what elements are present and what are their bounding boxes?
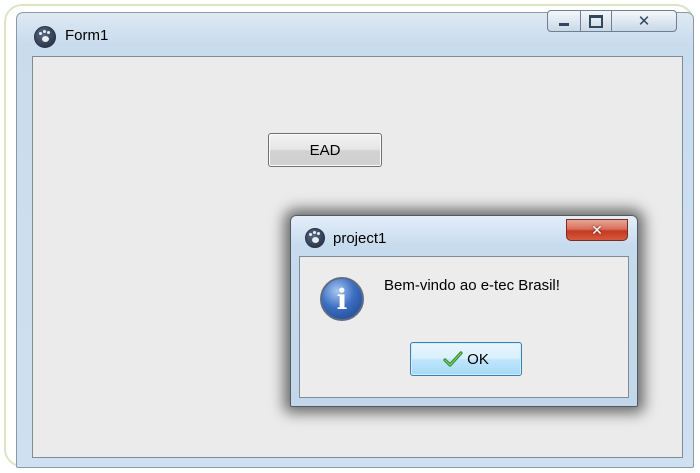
minimize-icon: [559, 23, 569, 26]
maximize-button[interactable]: [580, 10, 612, 32]
dialog-title: project1: [333, 230, 387, 247]
window-title: Form1: [65, 27, 109, 44]
dialog-close-button[interactable]: ✕: [566, 219, 628, 241]
paw-app-icon: [34, 26, 56, 48]
close-button[interactable]: ✕: [611, 10, 677, 32]
ok-button[interactable]: OK: [410, 342, 522, 376]
minimize-button[interactable]: [547, 10, 581, 32]
message-dialog: project1 ✕ i Bem-vindo ao e-tec Brasil! …: [290, 215, 638, 407]
ok-button-label: OK: [467, 350, 489, 368]
close-icon: ✕: [637, 12, 651, 30]
ead-button[interactable]: EAD: [268, 133, 382, 167]
checkmark-icon: [443, 351, 463, 367]
dialog-message: Bem-vindo ao e-tec Brasil!: [384, 277, 560, 294]
paw-app-icon: [305, 228, 325, 248]
form1-titlebar[interactable]: Form1: [16, 12, 436, 48]
maximize-icon: [589, 14, 603, 28]
info-icon: i: [320, 277, 364, 321]
dialog-client-area: i Bem-vindo ao e-tec Brasil! OK: [299, 256, 629, 398]
close-icon: ✕: [591, 222, 603, 238]
